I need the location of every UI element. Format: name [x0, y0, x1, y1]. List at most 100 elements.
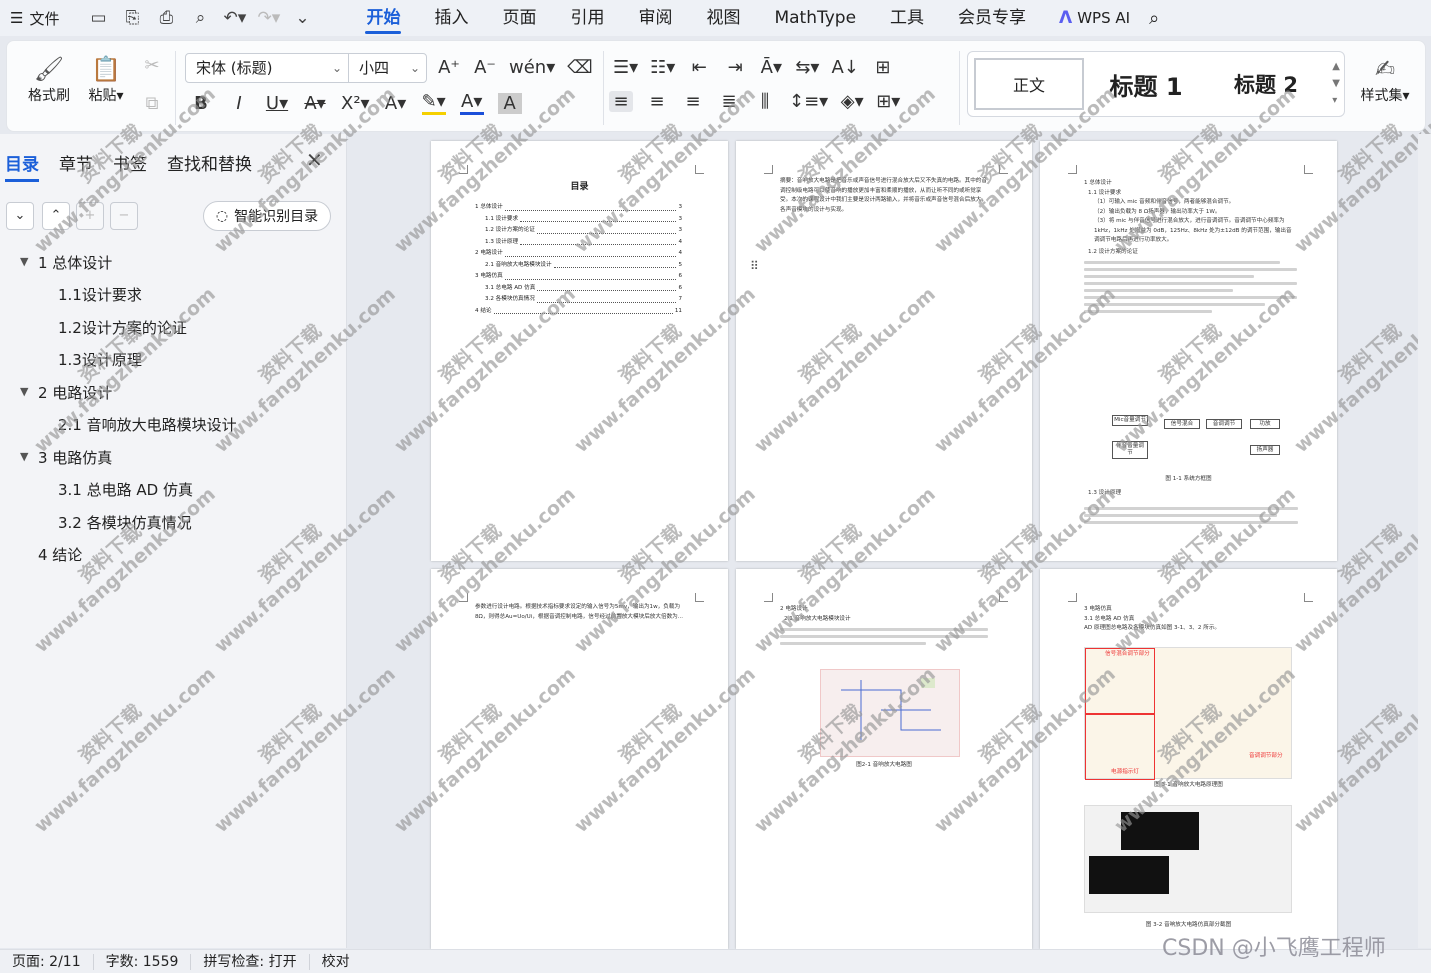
page-2[interactable]: 摘要：音响放大电路是把音乐或声音信号进行混合放大后又不失真的电路。其中的音调控制…: [736, 141, 1032, 561]
style-normal[interactable]: 正文: [974, 58, 1084, 110]
drag-handle-icon[interactable]: ⠿: [750, 259, 759, 273]
increase-indent-icon[interactable]: ⇥: [723, 57, 747, 78]
expand-triangle-icon[interactable]: ▼: [20, 450, 28, 463]
page-toc-line[interactable]: 1.2 设计方案的论证 3: [475, 225, 682, 237]
shading-icon[interactable]: ◈▾: [840, 91, 864, 112]
shrink-font-icon[interactable]: A⁻: [473, 57, 497, 78]
style-heading2[interactable]: 标题 2: [1210, 58, 1322, 110]
page-5[interactable]: 2 电路设计 2.1 音响放大电路模块设计 图2-1 音响放大电路图: [736, 569, 1032, 949]
page-toc-line[interactable]: 1 总体设计 3: [475, 202, 682, 214]
borders-icon[interactable]: ⊞▾: [876, 91, 900, 112]
collapse-all-button[interactable]: ⌃: [42, 202, 70, 230]
nav-tab-3[interactable]: 查找和替换: [167, 150, 252, 182]
page-toc-line[interactable]: 1.1 设计要求 3: [475, 214, 682, 226]
page-3[interactable]: 1 总体设计 1.1 设计要求 （1）可输入 mic 音频和伴音信号，两者能够混…: [1040, 141, 1337, 561]
wps-ai-button[interactable]: Λ WPS AI ⌕: [1059, 8, 1159, 29]
page-toc-line[interactable]: 3.1 总电路 AD 仿真 6: [475, 283, 682, 295]
line-spacing-icon[interactable]: ↕≡▾: [789, 91, 828, 112]
toc-item[interactable]: ▼ 1 总体设计: [20, 252, 112, 273]
copy-button[interactable]: ⧉: [139, 93, 165, 114]
add-heading-button[interactable]: +: [76, 202, 104, 230]
toc-item[interactable]: 1.3设计原理: [58, 349, 142, 370]
expand-all-button[interactable]: ⌄: [6, 202, 34, 230]
page-toc-line[interactable]: 3 电路仿真 6: [475, 271, 682, 283]
tab-6[interactable]: MathType: [757, 0, 873, 36]
expand-triangle-icon[interactable]: ▼: [20, 385, 28, 398]
bold-icon[interactable]: B: [189, 93, 213, 114]
page-toc-line[interactable]: 2.1 音响放大电路模块设计 5: [475, 260, 682, 272]
bullets-icon[interactable]: ☰▾: [613, 57, 638, 78]
tab-0[interactable]: 开始: [349, 0, 417, 36]
toc-item[interactable]: ▼ 3 电路仿真: [20, 447, 112, 468]
toc-item[interactable]: 3.1 总电路 AD 仿真: [58, 479, 193, 500]
sort-icon[interactable]: A↓: [831, 57, 858, 78]
font-name-select[interactable]: 宋体 (标题) ⌄: [186, 54, 349, 82]
tab-8[interactable]: 会员专享: [941, 0, 1043, 36]
toc-item[interactable]: ▼ 2 电路设计: [20, 382, 112, 403]
paste-button[interactable]: 📋 粘贴▾: [81, 55, 131, 105]
font-size-select[interactable]: 小四 ⌄: [349, 54, 426, 82]
tab-1[interactable]: 插入: [417, 0, 485, 36]
font-color-icon[interactable]: A▾: [459, 91, 484, 115]
page-1[interactable]: 目录 1 总体设计 3 1.1 设计要求 3 1.2 设计方案的论证 3 1.3 设计原理 4…: [431, 141, 728, 561]
show-marks-icon[interactable]: ⊞: [871, 57, 895, 78]
grow-font-icon[interactable]: A⁺: [437, 57, 461, 78]
word-count[interactable]: 字数: 1559: [94, 953, 192, 970]
page-4[interactable]: 参数进行设计电路。根据技术指标要求设定的输入信号为5mv，输出为1w，负载为8Ω…: [431, 569, 728, 949]
search-icon[interactable]: ⌕: [1149, 8, 1159, 29]
distribute-icon[interactable]: ⫼: [753, 91, 777, 112]
tab-7[interactable]: 工具: [873, 0, 941, 36]
nav-tab-1[interactable]: 章节: [59, 150, 93, 182]
nav-tab-2[interactable]: 书签: [113, 150, 147, 182]
align-left-icon[interactable]: ≡: [609, 91, 633, 112]
styles-scroll[interactable]: ▲ ▼ ▾: [1332, 58, 1340, 109]
sort-direction-icon[interactable]: ⇆▾: [795, 57, 819, 78]
superscript-icon[interactable]: X²▾: [341, 93, 370, 114]
toc-item[interactable]: 2.1 音响放大电路模块设计: [58, 414, 237, 435]
numbering-icon[interactable]: ☷▾: [650, 57, 675, 78]
format-painter-button[interactable]: 🖌 格式刷: [21, 55, 77, 105]
align-right-icon[interactable]: ≡: [681, 91, 705, 112]
undo-icon[interactable]: ↶▾: [223, 8, 246, 28]
char-shading-icon[interactable]: A: [497, 92, 522, 114]
page-toc-line[interactable]: 2 电路设计 4: [475, 248, 682, 260]
justify-icon[interactable]: ≣: [717, 91, 741, 112]
cut-button[interactable]: ✂: [139, 55, 165, 76]
toc-item[interactable]: 3.2 各模块仿真情况: [58, 512, 192, 533]
share-icon[interactable]: ⎘: [121, 8, 143, 28]
remove-heading-button[interactable]: −: [110, 202, 138, 230]
page-toc-line[interactable]: 4 结论 11: [475, 306, 682, 318]
print-icon[interactable]: ⎙: [155, 8, 177, 28]
vertical-scrollbar[interactable]: [1418, 134, 1431, 948]
page-indicator[interactable]: 页面: 2/11: [0, 953, 94, 970]
more-chevron-icon[interactable]: ⌄: [291, 8, 313, 28]
toc-item[interactable]: 4 结论: [38, 544, 82, 565]
underline-icon[interactable]: U▾: [265, 93, 289, 114]
toc-item[interactable]: 1.1设计要求: [58, 284, 142, 305]
text-direction-icon[interactable]: Ā▾: [759, 57, 783, 78]
align-center-icon[interactable]: ≡: [645, 91, 669, 112]
page-toc-line[interactable]: 1.3 设计原理 4: [475, 237, 682, 249]
redo-icon[interactable]: ↷▾: [257, 8, 280, 28]
close-icon[interactable]: ✕: [306, 148, 323, 172]
nav-tab-0[interactable]: 目录: [5, 150, 39, 182]
styles-set-button[interactable]: ✍ 样式集▾: [1353, 55, 1417, 105]
strikethrough-icon[interactable]: A▾: [303, 93, 327, 114]
smart-toc-button[interactable]: ◌ 智能识别目录: [203, 201, 331, 231]
clear-format-icon[interactable]: ⌫: [567, 57, 592, 78]
phonetic-guide-icon[interactable]: wén▾: [509, 57, 555, 78]
spell-check[interactable]: 拼写检查: 打开: [191, 953, 310, 970]
page-toc-line[interactable]: 3.2 各模块仿真情况 7: [475, 294, 682, 306]
text-effect-icon[interactable]: A▾: [384, 93, 408, 114]
tab-4[interactable]: 审阅: [621, 0, 689, 36]
proofread-button[interactable]: 校对: [310, 954, 362, 970]
italic-icon[interactable]: I: [227, 93, 251, 114]
expand-triangle-icon[interactable]: ▼: [20, 255, 28, 268]
file-menu[interactable]: ☰ 文件: [10, 8, 59, 29]
page-6[interactable]: 3 电路仿真 3.1 总电路 AD 仿真 AD 原理图总电路及各模块仿真如图 3…: [1040, 569, 1337, 949]
style-heading1[interactable]: 标题 1: [1090, 58, 1202, 110]
decrease-indent-icon[interactable]: ⇤: [687, 57, 711, 78]
tab-5[interactable]: 视图: [689, 0, 757, 36]
print-preview-icon[interactable]: ⌕: [189, 8, 211, 28]
save-icon[interactable]: ▭: [87, 8, 109, 28]
